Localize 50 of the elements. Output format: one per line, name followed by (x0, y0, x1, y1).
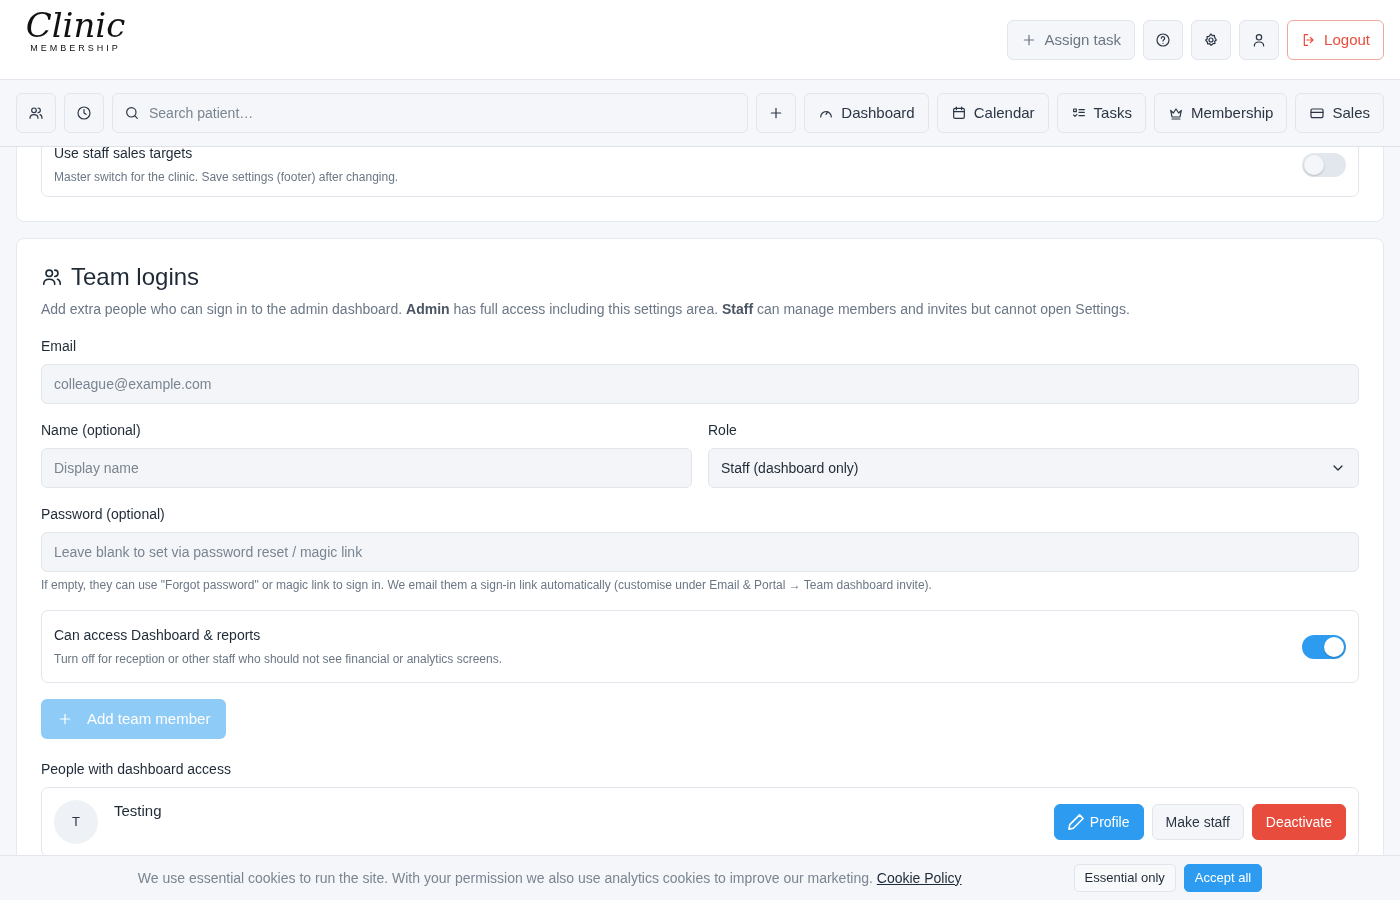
nav-button[interactable]: Dashboard (804, 93, 929, 133)
person-name: Testing (114, 801, 162, 821)
card-icon (1309, 105, 1326, 121)
search-field[interactable]: Search patient… (112, 93, 749, 133)
field-label: Password (optional) (41, 505, 166, 524)
cookie-policy-link[interactable]: Cookie Policy (876, 869, 962, 886)
section-description: Add extra people who can sign in to the admin dashboard. Admin has full access including this settings area. Staff can manage members and invites but cannot open Settings. (41, 300, 1131, 319)
logo-title: Clinic (25, 8, 126, 42)
add-button[interactable] (756, 93, 797, 133)
essential-button[interactable]: Essential only (1073, 864, 1176, 892)
cookie-text: We use essential cookies to run the site. With your permission we also use analytics cookies to improve our marketing. Cookie Policy (137, 868, 962, 888)
patients-button[interactable] (16, 93, 56, 133)
pencil-icon (1067, 814, 1084, 830)
role-select[interactable]: Staff (dashboard only) (708, 448, 1359, 488)
toggle-title: Can access Dashboard & reports (54, 626, 262, 645)
help-icon (1155, 32, 1172, 48)
calendar-icon (950, 105, 967, 121)
logo-subtitle: MEMBERSHIP (30, 42, 121, 55)
toggle-hint: Turn off for reception or other staff who should not see financial or analytics screens. (54, 651, 503, 668)
nav-button[interactable]: Membership (1153, 93, 1288, 133)
profile-button[interactable] (1239, 20, 1280, 60)
help-text: If empty, they can use "Forgot password" or magic link to sign in. We email them a sign-in link automatically (customise under Email & Portal → Team dashboard invite). (41, 577, 933, 594)
logout-button[interactable]: Logout (1287, 20, 1384, 60)
toggle-title: Use staff sales targets (54, 147, 194, 163)
field-label: Email (41, 337, 77, 356)
assign-task-button[interactable]: Assign task (1007, 20, 1136, 60)
input-field[interactable]: Display name (41, 448, 692, 488)
toggle-switch[interactable] (1302, 152, 1346, 177)
toggle-switch[interactable] (1302, 634, 1346, 659)
nav-button[interactable]: Sales (1295, 93, 1384, 133)
deactivate-button[interactable]: Deactivate (1251, 804, 1346, 840)
avatar: T (54, 800, 98, 844)
settings-button[interactable] (1191, 20, 1232, 60)
list-title: People with dashboard access (41, 760, 232, 779)
help-button[interactable] (1143, 20, 1184, 60)
make-staff-button[interactable]: Make staff (1151, 804, 1244, 840)
toggle-hint: Master switch for the clinic. Save settings (footer) after changing. (54, 169, 399, 186)
field-label: Name (optional) (41, 421, 142, 440)
input-field[interactable]: colleague@example.com (41, 364, 1359, 404)
password-field[interactable]: Leave blank to set via password reset / magic link (41, 532, 1359, 572)
nav-button[interactable]: Calendar (936, 93, 1049, 133)
settings-icon (1203, 32, 1220, 48)
users-icon (28, 105, 44, 121)
users-icon (41, 266, 63, 288)
field-label: Role (708, 421, 738, 440)
section-title: Team logins (71, 262, 200, 292)
clock-icon (76, 105, 92, 121)
plus-icon (57, 711, 73, 727)
history-button[interactable] (64, 93, 104, 133)
nav-button[interactable]: Tasks (1056, 93, 1146, 133)
